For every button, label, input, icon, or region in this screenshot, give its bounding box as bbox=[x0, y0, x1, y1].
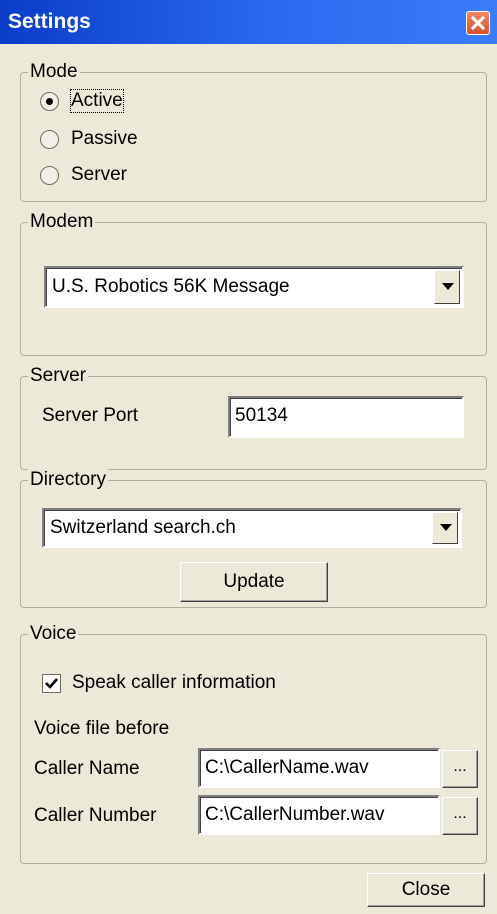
server-legend: Server bbox=[28, 365, 88, 387]
chevron-down-icon bbox=[442, 283, 454, 290]
mode-radio-passive[interactable] bbox=[40, 130, 59, 149]
radio-selected-dot bbox=[46, 98, 53, 105]
mode-label-passive[interactable]: Passive bbox=[71, 128, 138, 150]
directory-dropdown-button[interactable] bbox=[432, 512, 458, 544]
update-button-label: Update bbox=[223, 571, 285, 592]
close-button[interactable]: Close bbox=[367, 873, 485, 907]
server-port-label: Server Port bbox=[42, 405, 139, 426]
mode-legend: Mode bbox=[28, 61, 80, 83]
caller-number-browse-button[interactable]: ... bbox=[442, 797, 478, 835]
modem-dropdown-button[interactable] bbox=[434, 270, 460, 304]
caller-name-value: C:\CallerName.wav bbox=[205, 757, 369, 778]
title-close-button[interactable] bbox=[466, 11, 490, 35]
directory-legend: Directory bbox=[28, 469, 109, 491]
caller-number-browse-label: ... bbox=[453, 805, 467, 822]
speak-caller-checkbox[interactable] bbox=[42, 674, 61, 693]
mode-radio-active[interactable] bbox=[40, 92, 59, 111]
chevron-down-icon bbox=[440, 524, 452, 531]
mode-label-active[interactable]: Active bbox=[70, 89, 124, 113]
caller-name-browse-label: ... bbox=[453, 758, 467, 775]
mode-radio-server[interactable] bbox=[40, 166, 59, 185]
caller-number-label: Caller Number bbox=[34, 805, 157, 826]
modem-legend: Modem bbox=[28, 211, 96, 233]
caller-number-value: C:\CallerNumber.wav bbox=[205, 804, 385, 825]
close-button-label: Close bbox=[401, 879, 451, 900]
server-port-input[interactable]: 50134 bbox=[228, 396, 464, 438]
caller-name-browse-button[interactable]: ... bbox=[442, 750, 478, 788]
voice-legend: Voice bbox=[28, 623, 79, 645]
close-icon bbox=[470, 15, 486, 31]
caller-name-label: Caller Name bbox=[34, 758, 140, 779]
server-port-value: 50134 bbox=[235, 405, 288, 426]
directory-selected-value: Switzerland search.ch bbox=[50, 517, 236, 538]
mode-label-server[interactable]: Server bbox=[71, 164, 127, 186]
voice-file-before-label: Voice file before bbox=[34, 718, 170, 739]
speak-caller-label[interactable]: Speak caller information bbox=[72, 672, 276, 694]
update-button[interactable]: Update bbox=[180, 562, 328, 602]
caller-name-input[interactable]: C:\CallerName.wav bbox=[198, 748, 440, 788]
check-icon bbox=[45, 678, 58, 689]
window-title: Settings bbox=[8, 10, 91, 33]
directory-select[interactable]: Switzerland search.ch bbox=[42, 508, 462, 548]
modem-selected-value: U.S. Robotics 56K Message bbox=[52, 276, 290, 297]
caller-number-input[interactable]: C:\CallerNumber.wav bbox=[198, 795, 440, 835]
title-bar[interactable]: Settings bbox=[0, 0, 497, 44]
modem-select[interactable]: U.S. Robotics 56K Message bbox=[44, 266, 464, 308]
